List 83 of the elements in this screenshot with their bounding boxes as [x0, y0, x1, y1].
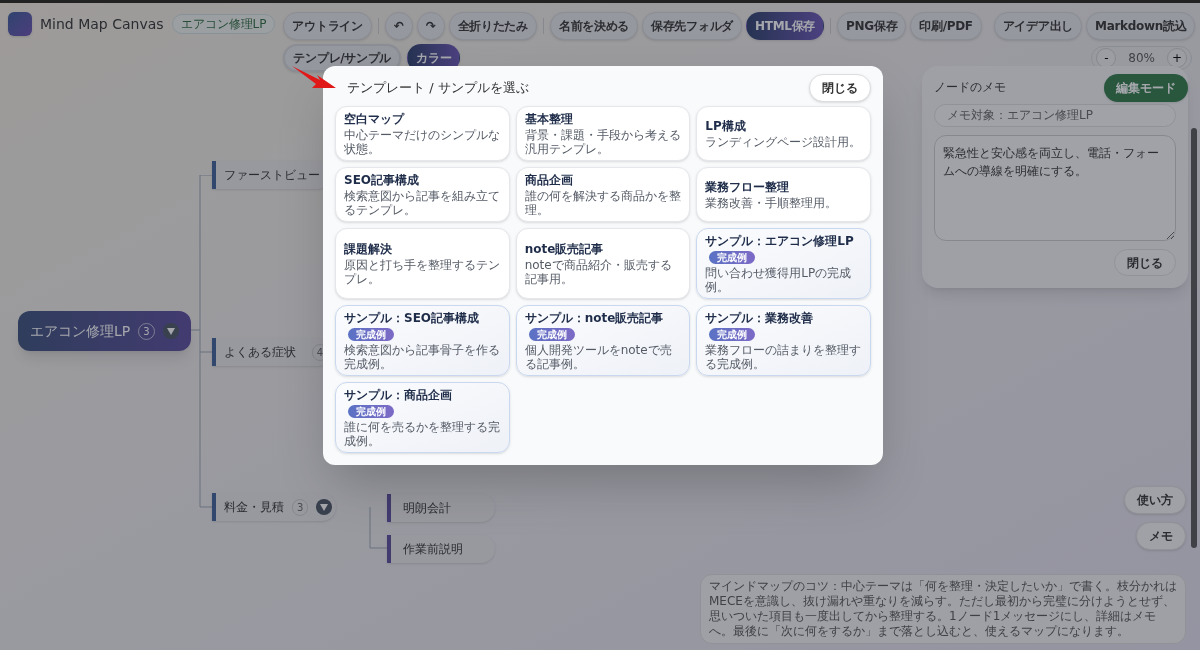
card-title: 基本整理: [524, 111, 574, 127]
zoom-in-button[interactable]: +: [1167, 48, 1187, 68]
template-card[interactable]: サンプル：商品企画 完成例 誰に何を売るかを整理する完成例。: [335, 382, 510, 453]
memo-target-field[interactable]: メモ対象：エアコン修理LP: [934, 104, 1176, 127]
node-label: エアコン修理LP: [30, 321, 131, 341]
card-title: SEO記事構成: [344, 172, 421, 188]
toolbar-button[interactable]: 名前を決める: [549, 12, 639, 40]
collapse-toggle-icon[interactable]: [316, 499, 333, 515]
close-button[interactable]: 閉じる: [809, 74, 871, 102]
sample-badge: 完成例: [348, 328, 394, 341]
sample-badge: 完成例: [348, 405, 394, 418]
card-title: 空白マップ: [344, 111, 406, 127]
card-description: 問い合わせ獲得用LPの完成例。: [705, 266, 853, 294]
toolbar-button[interactable]: 印刷/PDF: [910, 12, 982, 40]
panel-title: ノードのメモ: [934, 79, 1006, 96]
leaf-node[interactable]: 明朗会計: [387, 494, 495, 522]
template-card[interactable]: 基本整理 背景・課題・手段から考える汎用テンプレ。: [515, 106, 691, 161]
app-title: Mind Map Canvas: [40, 14, 164, 34]
template-card[interactable]: サンプル：note販売記事 完成例 個人開発ツールをnoteで売る記事例。: [515, 305, 691, 376]
template-card[interactable]: 空白マップ 中心テーマだけのシンプルな状態。: [335, 106, 510, 161]
card-title: 業務フロー整理: [705, 179, 791, 195]
toolbar-button[interactable]: Markdown読込: [1086, 12, 1196, 40]
branch-node[interactable]: 料金・見積 3: [212, 493, 337, 521]
template-card[interactable]: 業務フロー整理 業務改善・手順整理用。: [696, 167, 871, 222]
card-description: 誰に何を売るかを整理する完成例。: [344, 420, 501, 448]
card-title: サンプル：note販売記事 完成例: [524, 310, 665, 342]
card-description: 背景・課題・手段から考える汎用テンプレ。: [524, 128, 682, 156]
card-title: 課題解決: [344, 241, 393, 257]
zoom-out-button[interactable]: -: [1096, 48, 1117, 68]
connector-line: [369, 506, 388, 549]
template-card[interactable]: LP構成 ランディングページ設計用。: [696, 106, 871, 161]
zoom-level: 80%: [1127, 50, 1156, 67]
history-button[interactable]: ↶: [384, 12, 413, 40]
toolbar-button[interactable]: PNG保存: [837, 12, 907, 40]
node-label: よくある症状: [224, 344, 296, 361]
toolbar-button[interactable]: HTML保存: [746, 12, 825, 40]
card-title: サンプル：エアコン修理LP 完成例: [705, 233, 855, 265]
map-name-badge: エアコン修理LP: [171, 14, 276, 34]
card-description: 中心テーマだけのシンプルな状態。: [344, 128, 501, 156]
leaf-node[interactable]: 作業前説明: [387, 535, 495, 563]
node-label: 料金・見積: [224, 499, 284, 516]
card-title: LP構成: [705, 118, 747, 134]
template-card[interactable]: 商品企画 誰の何を解決する商品かを整理。: [515, 167, 691, 222]
dialog-title: テンプレート / サンプルを選ぶ: [346, 79, 529, 98]
collapse-toggle-icon[interactable]: [162, 323, 179, 339]
card-description: 業務フローの詰まりを整理する完成例。: [705, 343, 862, 371]
card-description: 業務改善・手順整理用。: [705, 196, 839, 210]
toolbar-button[interactable]: 全折りたたみ: [448, 12, 537, 40]
template-card[interactable]: サンプル：業務改善 完成例 業務フローの詰まりを整理する完成例。: [696, 305, 871, 376]
toolbar-button[interactable]: アウトライン: [283, 12, 372, 40]
sample-badge: 完成例: [709, 251, 756, 264]
template-card[interactable]: SEO記事構成 検索意図から記事を組み立てるテンプレ。: [335, 167, 510, 222]
template-card[interactable]: note販売記事 noteで商品紹介・販売する記事用。: [515, 228, 691, 299]
close-button[interactable]: 閉じる: [1114, 249, 1176, 276]
toolbar-button[interactable]: アイデア出し: [993, 12, 1082, 40]
card-description: 検索意図から記事骨子を作る完成例。: [344, 343, 501, 371]
floating-button[interactable]: メモ: [1136, 522, 1186, 550]
history-button[interactable]: ↷: [416, 12, 445, 40]
card-title: サンプル：SEO記事構成 完成例: [344, 310, 481, 342]
app-logo-icon: [8, 12, 32, 36]
sample-badge: 完成例: [528, 328, 575, 341]
card-title: サンプル：商品企画 完成例: [344, 387, 453, 419]
card-description: ランディングページ設計用。: [705, 135, 862, 149]
memo-textarea[interactable]: 緊急性と安心感を両立し、電話・フォームへの導線を明確にする。: [934, 134, 1176, 242]
card-description: 個人開発ツールをnoteで売る記事例。: [524, 343, 673, 371]
pointer-arrow-icon: [292, 66, 336, 90]
card-description: 原因と打ち手を整理するテンプレ。: [344, 258, 501, 286]
card-title: 商品企画: [524, 172, 574, 188]
template-card[interactable]: サンプル：エアコン修理LP 完成例 問い合わせ獲得用LPの完成例。: [696, 228, 871, 299]
floating-button[interactable]: 使い方: [1124, 486, 1186, 514]
root-node[interactable]: エアコン修理LP 3: [18, 311, 191, 351]
tip-box: マインドマップのコツ：中心テーマは「何を整理・決定したいか」で書く。枝分かれはMECEを意識し、抜け漏れや重なりを減らす。ただし最初から完璧に分けようとせず、思いついた項目も一度出してから整理する。1ノード1メッセージにし、詳細はメモへ。最後に「次に何をするか」まで落とし込むと、使えるマップになります。: [700, 574, 1186, 644]
card-description: noteで商品紹介・販売する記事用。: [524, 258, 673, 286]
template-card[interactable]: 課題解決 原因と打ち手を整理するテンプレ。: [335, 228, 510, 299]
template-card[interactable]: サンプル：SEO記事構成 完成例 検索意図から記事骨子を作る完成例。: [335, 305, 510, 376]
edit-mode-button[interactable]: 編集モード: [1104, 74, 1188, 102]
card-description: 検索意図から記事を組み立てるテンプレ。: [344, 189, 501, 217]
card-title: note販売記事: [524, 241, 605, 257]
toolbar-button[interactable]: 保存先フォルダ: [642, 12, 742, 40]
sample-badge: 完成例: [709, 328, 756, 341]
card-description: 誰の何を解決する商品かを整理。: [524, 189, 682, 217]
card-title: サンプル：業務改善 完成例: [705, 310, 815, 342]
node-label: ファーストビュー: [224, 167, 320, 184]
